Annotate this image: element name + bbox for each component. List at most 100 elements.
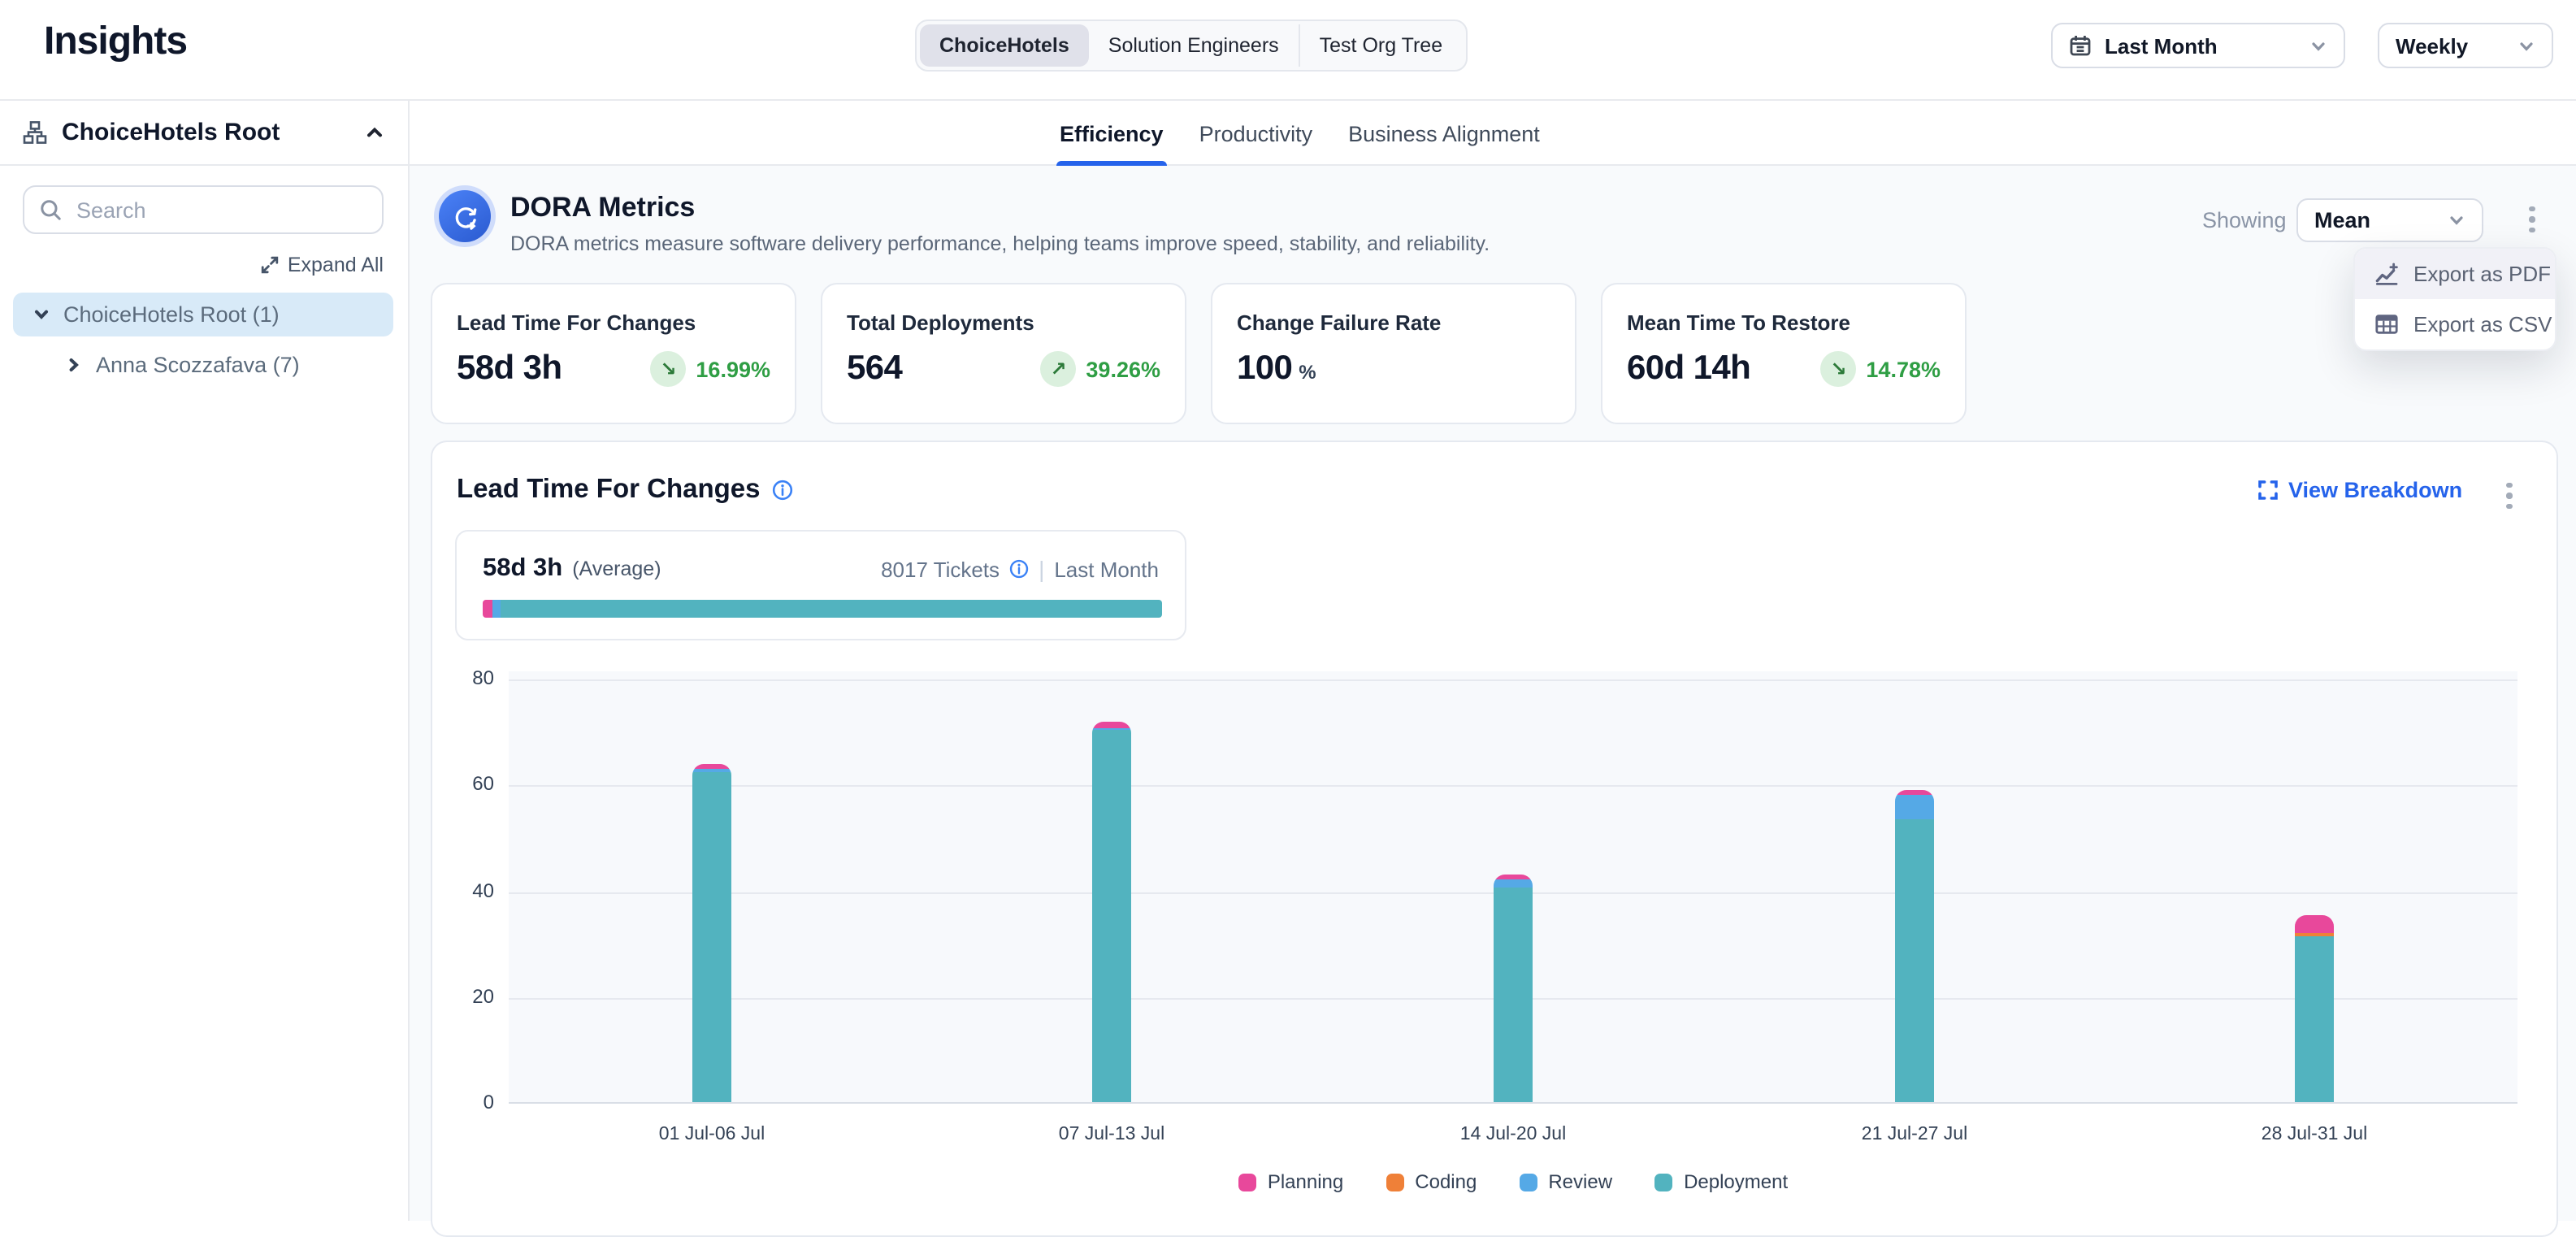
trend-down-icon: ↘ (1820, 351, 1856, 387)
bar-stack-1[interactable] (692, 764, 731, 1102)
tab-business-alignment[interactable]: Business Alignment (1348, 120, 1540, 148)
granularity-select[interactable]: Weekly (2378, 23, 2553, 68)
bar-segment-planning (2295, 915, 2334, 933)
tab-label: Efficiency (1060, 122, 1164, 146)
trend-up-icon: ↗ (1040, 351, 1076, 387)
legend-label: Planning (1268, 1170, 1343, 1193)
info-icon[interactable] (772, 480, 793, 501)
chart-more-options-button[interactable] (2496, 476, 2522, 515)
phase-distribution-bar (483, 600, 1162, 618)
chevron-up-icon[interactable] (364, 121, 385, 142)
tabs-row-divider (0, 164, 2576, 166)
org-tab-solution-engineers[interactable]: Solution Engineers (1089, 24, 1299, 67)
insights-dashboard: Insights ChoiceHotels Solution Engineers… (0, 0, 2576, 1221)
tree-item-anna-scozzafava[interactable]: Anna Scozzafava (7) (13, 343, 393, 387)
tab-label: Productivity (1199, 122, 1313, 146)
legend-swatch (1519, 1173, 1537, 1191)
legend-item-coding[interactable]: Coding (1386, 1170, 1477, 1193)
metric-value: 58d 3h (457, 349, 562, 388)
trend-delta: 14.78% (1866, 357, 1941, 381)
legend-label: Coding (1415, 1170, 1477, 1193)
aggregation-value: Mean (2314, 208, 2435, 232)
expand-all-label: Expand All (288, 254, 384, 276)
legend-item-planning[interactable]: Planning (1238, 1170, 1343, 1193)
org-tab-label: ChoiceHotels (939, 34, 1069, 57)
bar-segment-deployment (1895, 819, 1934, 1102)
chevron-down-icon (2517, 37, 2535, 54)
bar-segment-review (1895, 796, 1934, 819)
bar-stack-2[interactable] (1092, 722, 1131, 1102)
metric-title: Mean Time To Restore (1627, 310, 1941, 335)
sidebar-header: ChoiceHotels Root (23, 111, 385, 153)
legend-swatch (1386, 1173, 1403, 1191)
granularity-value: Weekly (2396, 33, 2504, 58)
dora-subtitle: DORA metrics measure software delivery p… (510, 232, 1490, 255)
view-breakdown-label: View Breakdown (2288, 478, 2462, 502)
view-breakdown-button[interactable]: View Breakdown (2257, 478, 2462, 502)
chart-line-plus-icon (2374, 262, 2399, 286)
trend-badge: ↘ 16.99% (650, 351, 770, 387)
bar-segment-planning (1092, 722, 1131, 728)
y-tick-label: 40 (429, 879, 494, 901)
export-pdf-menu-item[interactable]: Export as PDF (2355, 249, 2555, 299)
bar-segment-deployment (1092, 730, 1131, 1102)
export-csv-menu-item[interactable]: Export as CSV (2355, 299, 2555, 349)
org-tree-icon (23, 119, 47, 144)
expand-arrows-icon (260, 255, 280, 275)
bar-stack-5[interactable] (2295, 915, 2334, 1102)
bar-stack-4[interactable] (1895, 790, 1934, 1102)
time-range-select[interactable]: Last Month (2051, 23, 2345, 68)
bar-segment-deployment (1494, 888, 1533, 1102)
info-icon[interactable] (1009, 559, 1029, 579)
metric-suffix: % (1299, 361, 1316, 384)
x-tick-label: 28 Jul-31 Jul (2201, 1125, 2428, 1144)
distribution-segment-deployment (501, 600, 1162, 618)
metric-card-mean-time-to-restore: Mean Time To Restore 60d 14h ↘ 14.78% (1601, 283, 1967, 424)
y-tick-label: 80 (429, 666, 494, 689)
x-tick-label: 01 Jul-06 Jul (598, 1125, 826, 1144)
chart-section-header: Lead Time For Changes (457, 475, 793, 506)
distribution-segment-planning (483, 600, 492, 618)
aggregation-select[interactable]: Mean (2296, 198, 2483, 242)
tickets-count: 8017 Tickets (881, 557, 1000, 581)
section-title: Lead Time For Changes (457, 475, 761, 506)
legend-label: Review (1548, 1170, 1612, 1193)
org-tab-test-org-tree[interactable]: Test Org Tree (1299, 24, 1462, 67)
expand-corners-icon (2257, 480, 2279, 501)
chart-legend: Planning Coding Review Deployment (509, 1170, 2517, 1193)
trend-delta: 16.99% (696, 357, 770, 381)
search-icon (39, 198, 62, 221)
legend-item-deployment[interactable]: Deployment (1654, 1170, 1788, 1193)
sidebar-title: ChoiceHotels Root (62, 118, 349, 145)
org-tab-label: Test Org Tree (1320, 34, 1442, 57)
tab-efficiency[interactable]: Efficiency (1060, 120, 1164, 148)
average-summary-card: 58d 3h (Average) 8017 Tickets | Last Mon… (455, 530, 1186, 640)
chevron-down-icon[interactable] (33, 306, 50, 323)
metric-value: 564 (847, 349, 902, 388)
tree-item-choicehotels-root[interactable]: ChoiceHotels Root (1) (13, 293, 393, 336)
page-title: Insights (44, 20, 187, 65)
metric-value: 100 (1237, 349, 1292, 388)
org-tab-choicehotels[interactable]: ChoiceHotels (920, 24, 1089, 67)
tab-productivity[interactable]: Productivity (1199, 120, 1313, 148)
chevron-down-icon (2309, 37, 2327, 54)
metric-title: Lead Time For Changes (457, 310, 770, 335)
bar-stack-3[interactable] (1494, 874, 1533, 1102)
legend-swatch (1654, 1173, 1672, 1191)
chevron-right-icon[interactable] (65, 356, 83, 374)
dora-metrics-icon (434, 185, 496, 247)
sidebar-divider (408, 101, 410, 1221)
calendar-icon (2069, 34, 2092, 57)
search-input[interactable] (73, 196, 367, 224)
x-tick-label: 21 Jul-27 Jul (1801, 1125, 2028, 1144)
expand-all-button[interactable]: Expand All (23, 254, 384, 276)
bar-segment-deployment (2295, 935, 2334, 1102)
x-axis-line (509, 1102, 2517, 1104)
metric-title: Change Failure Rate (1237, 310, 1550, 335)
legend-item-review[interactable]: Review (1519, 1170, 1612, 1193)
tree-item-label: ChoiceHotels Root (1) (63, 302, 280, 327)
dora-more-options-button[interactable] (2519, 200, 2545, 239)
metric-card-change-failure-rate: Change Failure Rate 100 % (1211, 283, 1576, 424)
metric-card-total-deployments: Total Deployments 564 ↗ 39.26% (821, 283, 1186, 424)
tree-item-label: Anna Scozzafava (7) (96, 353, 300, 377)
